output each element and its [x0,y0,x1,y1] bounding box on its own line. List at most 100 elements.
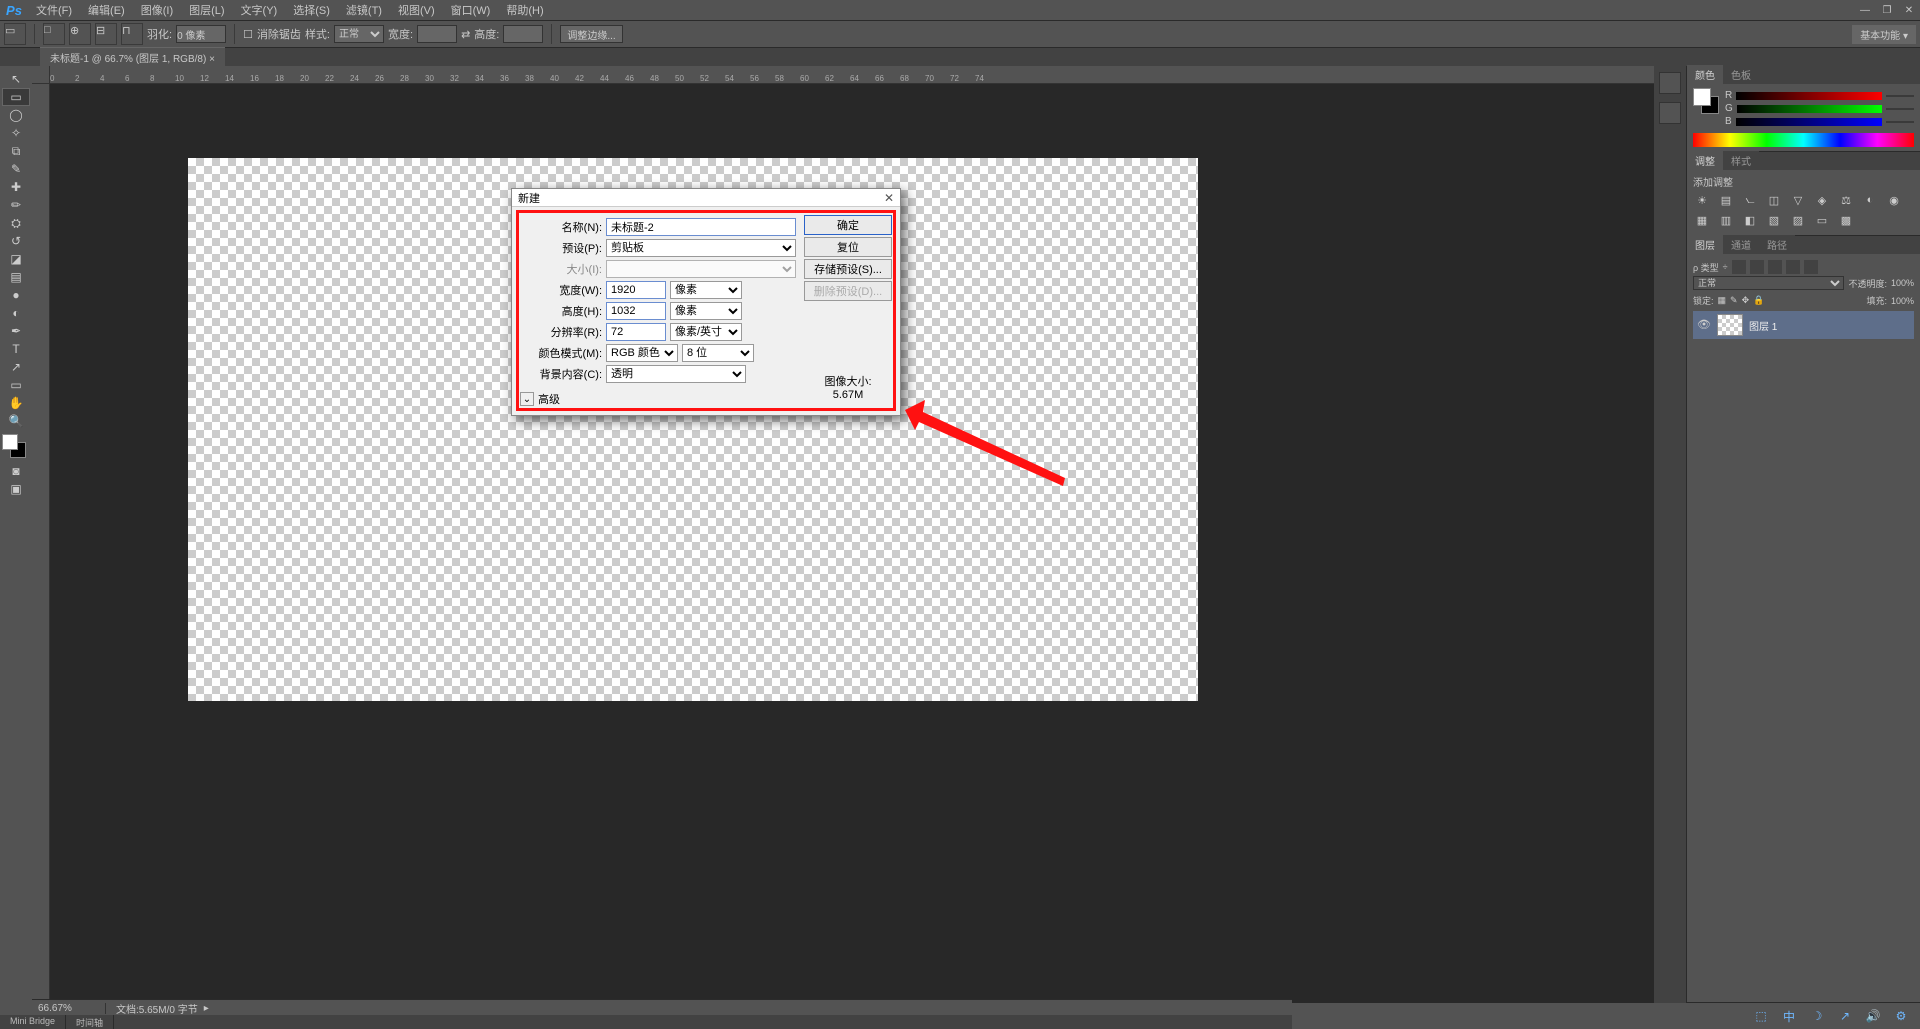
tray-icon[interactable]: ↗ [1836,1007,1854,1025]
dodge-tool-icon[interactable]: ◐ [2,304,30,322]
save-preset-button[interactable]: 存储预设(S)... [804,259,892,279]
swatches-tab[interactable]: 色板 [1723,65,1759,84]
bw-icon[interactable]: ◐ [1861,193,1879,207]
exposure-icon[interactable]: ◫ [1765,193,1783,207]
menu-help[interactable]: 帮助(H) [498,0,551,21]
r-value[interactable] [1886,95,1914,97]
selection-add-icon[interactable]: ⊕ [69,23,91,45]
filter-smart-icon[interactable] [1804,260,1818,274]
heal-tool-icon[interactable]: ✚ [2,178,30,196]
zoom-level[interactable]: 66.67% [32,1003,106,1014]
selection-new-icon[interactable]: □ [43,23,65,45]
ok-button[interactable]: 确定 [804,215,892,235]
paths-tab[interactable]: 路径 [1759,235,1795,254]
menu-select[interactable]: 选择(S) [285,0,338,21]
dialog-close-icon[interactable]: ✕ [884,191,894,205]
gradmap-icon[interactable]: ▭ [1813,213,1831,227]
quickmask-icon[interactable]: ◙ [2,462,30,480]
styles-tab[interactable]: 样式 [1723,151,1759,170]
r-slider[interactable] [1736,92,1882,100]
pen-tool-icon[interactable]: ✒ [2,322,30,340]
menu-layer[interactable]: 图层(L) [181,0,232,21]
workspace-selector[interactable]: 基本功能 ▾ [1852,25,1916,44]
style-select[interactable]: 正常 [334,25,384,43]
ime-icon[interactable]: 中 [1780,1007,1798,1025]
chanmix-icon[interactable]: ▦ [1693,213,1711,227]
minibridge-tab[interactable]: Mini Bridge [0,1015,66,1029]
crop-tool-icon[interactable]: ⧉ [2,142,30,160]
brush-tool-icon[interactable]: ✏ [2,196,30,214]
g-value[interactable] [1886,108,1914,110]
selcolor-icon[interactable]: ▩ [1837,213,1855,227]
blend-mode-select[interactable]: 正常 [1693,276,1844,290]
menu-edit[interactable]: 编辑(E) [80,0,133,21]
fill-value[interactable]: 100% [1891,296,1914,306]
channels-tab[interactable]: 通道 [1723,235,1759,254]
filter-shape-icon[interactable] [1786,260,1800,274]
b-slider[interactable] [1736,118,1882,126]
visibility-icon[interactable]: 👁 [1697,318,1711,332]
antialias-checkbox[interactable]: ☐ [243,28,253,41]
lock-pos-icon[interactable]: ✥ [1742,295,1750,306]
maximize-button[interactable]: ❐ [1876,2,1898,18]
lookup-icon[interactable]: ▥ [1717,213,1735,227]
color-swatch[interactable] [1693,88,1719,114]
threshold-icon[interactable]: ▨ [1789,213,1807,227]
hand-tool-icon[interactable]: ✋ [2,394,30,412]
opacity-value[interactable]: 100% [1891,278,1914,288]
width-input-dlg[interactable] [606,281,666,299]
colorbal-icon[interactable]: ⚖ [1837,193,1855,207]
marquee-tool-icon[interactable]: ▭ [4,23,26,45]
stamp-tool-icon[interactable]: ⛭ [2,214,30,232]
night-icon[interactable]: ☽ [1808,1007,1826,1025]
filter-type-icon[interactable] [1768,260,1782,274]
foreground-color[interactable] [2,434,18,450]
depth-select[interactable]: 8 位 [682,344,754,362]
advanced-toggle[interactable]: 高级 [520,391,796,407]
height-input[interactable] [503,25,543,43]
shape-tool-icon[interactable]: ▭ [2,376,30,394]
move-tool-icon[interactable]: ↖ [2,70,30,88]
filter-pixel-icon[interactable] [1732,260,1746,274]
hue-icon[interactable]: ◈ [1813,193,1831,207]
width-input[interactable] [417,25,457,43]
menu-image[interactable]: 图像(I) [133,0,181,21]
zoom-tool-icon[interactable]: 🔍 [2,412,30,430]
b-value[interactable] [1886,121,1914,123]
lasso-tool-icon[interactable]: ◯ [2,106,30,124]
menu-view[interactable]: 视图(V) [390,0,443,21]
tray-icon[interactable]: ⬚ [1752,1007,1770,1025]
minimize-button[interactable]: — [1854,2,1876,18]
eyedropper-tool-icon[interactable]: ✎ [2,160,30,178]
layer-thumb[interactable] [1717,314,1743,336]
collapsed-panel-icon[interactable] [1659,102,1681,124]
preset-select[interactable]: 剪贴板 [606,239,796,257]
layer-name[interactable]: 图层 1 [1749,318,1777,333]
levels-icon[interactable]: ▤ [1717,193,1735,207]
path-select-tool-icon[interactable]: ↗ [2,358,30,376]
photofilter-icon[interactable]: ◉ [1885,193,1903,207]
lock-trans-icon[interactable]: ▦ [1718,295,1727,306]
bg-select[interactable]: 透明 [606,365,746,383]
collapsed-panel-icon[interactable] [1659,72,1681,94]
vibrance-icon[interactable]: ▽ [1789,193,1807,207]
height-input-dlg[interactable] [606,302,666,320]
menu-file[interactable]: 文件(F) [28,0,80,21]
type-tool-icon[interactable]: T [2,340,30,358]
eraser-tool-icon[interactable]: ◪ [2,250,30,268]
swap-wh-icon[interactable]: ⇄ [461,28,470,41]
lock-all-icon[interactable]: 🔒 [1753,295,1764,306]
refine-edge-button[interactable]: 调整边缘... [560,25,622,43]
posterize-icon[interactable]: ▧ [1765,213,1783,227]
mode-select[interactable]: RGB 颜色 [606,344,678,362]
menu-filter[interactable]: 滤镜(T) [338,0,390,21]
color-tab[interactable]: 颜色 [1687,65,1723,84]
wand-tool-icon[interactable]: ✧ [2,124,30,142]
res-unit-select[interactable]: 像素/英寸 [670,323,742,341]
selection-sub-icon[interactable]: ⊟ [95,23,117,45]
curves-icon[interactable]: ⦦ [1741,193,1759,207]
layers-tab[interactable]: 图层 [1687,235,1723,254]
menu-type[interactable]: 文字(Y) [233,0,286,21]
g-slider[interactable] [1737,105,1882,113]
history-brush-tool-icon[interactable]: ↺ [2,232,30,250]
